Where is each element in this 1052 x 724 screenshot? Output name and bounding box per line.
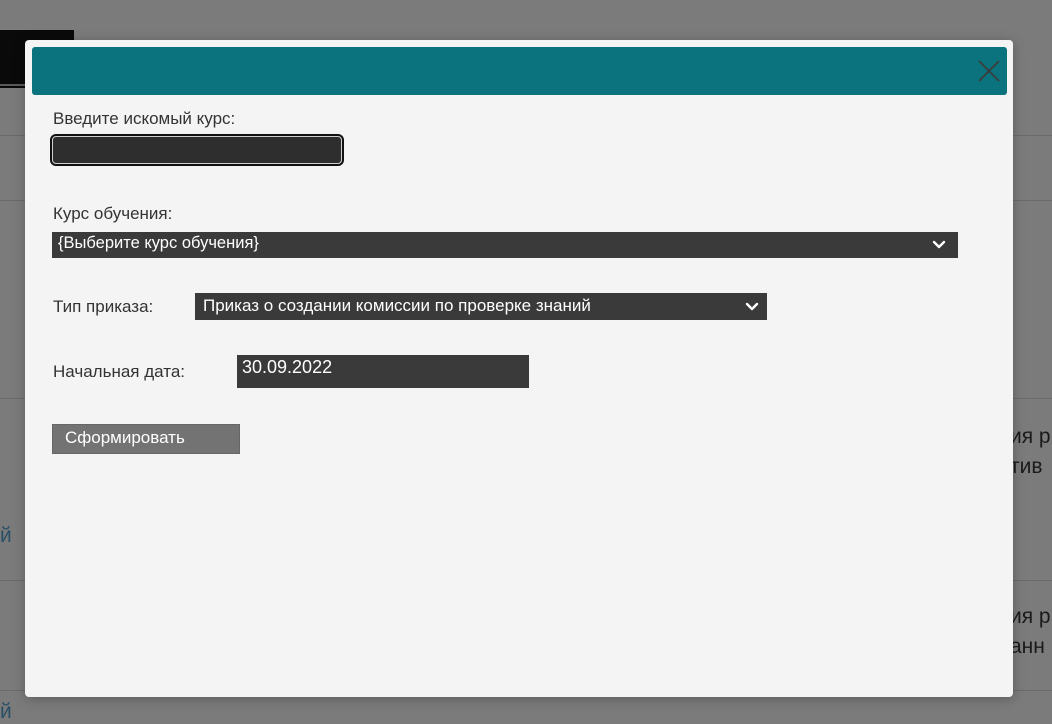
search-course-input[interactable] — [50, 134, 344, 166]
close-button[interactable] — [975, 57, 1003, 85]
order-type-label: Тип приказа: — [53, 297, 154, 316]
background-row-link[interactable]: й — [0, 700, 12, 724]
chevron-down-icon — [932, 240, 946, 249]
course-select[interactable]: {Выберите курс обучения} — [52, 232, 958, 258]
background-row-text: тив — [1010, 455, 1043, 478]
generate-button[interactable]: Сформировать — [52, 424, 240, 454]
background-row-text: ия р — [1010, 425, 1051, 448]
start-date-label: Начальная дата: — [53, 362, 185, 381]
course-select-value: {Выберите курс обучения} — [58, 234, 259, 252]
course-label: Курс обучения: — [53, 204, 173, 223]
close-icon — [978, 60, 1000, 82]
background-row-text: ия р — [1010, 605, 1051, 628]
start-date-field[interactable]: 30.09.2022 — [237, 355, 529, 388]
order-type-select-value: Приказ о создании комиссии по проверке з… — [203, 296, 591, 315]
start-date-value: 30.09.2022 — [242, 357, 333, 377]
order-type-select[interactable]: Приказ о создании комиссии по проверке з… — [195, 293, 767, 320]
dialog-header — [32, 47, 1007, 95]
background-row-text: анн — [1010, 635, 1045, 658]
search-course-label: Введите искомый курс: — [53, 109, 236, 128]
chevron-down-icon — [745, 302, 759, 311]
course-order-dialog: Введите искомый курс: Курс обучения: {Вы… — [25, 40, 1013, 697]
background-row-link[interactable]: й — [0, 524, 12, 548]
